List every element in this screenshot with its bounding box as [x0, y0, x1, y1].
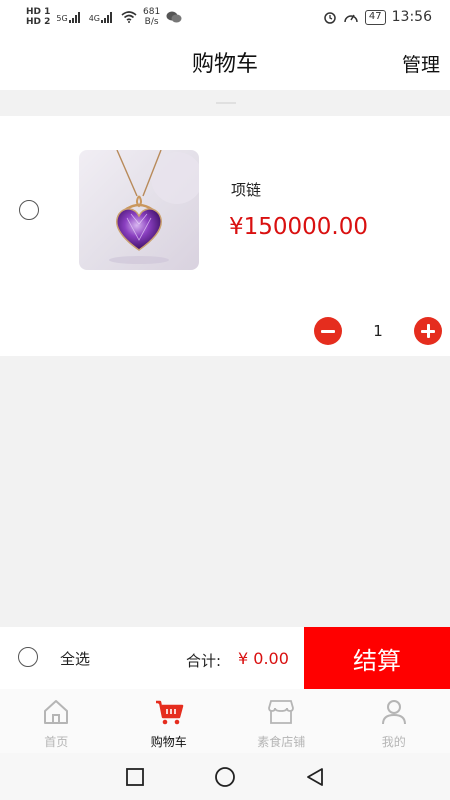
tab-store-label: 素食店铺 — [257, 735, 306, 749]
necklace-illustration — [109, 150, 199, 264]
tab-cart-label: 购物车 — [150, 735, 187, 749]
store-icon — [268, 700, 295, 724]
status-left: HD 1 HD 2 5G 4G 681 B/s — [26, 7, 182, 27]
total-label: 合计: — [186, 652, 222, 670]
signal-bars-icon — [68, 12, 80, 23]
page-header: 购物车 管理 — [0, 34, 450, 90]
cart-item: 项链 ¥150000.00 1 — [0, 116, 450, 356]
total-value: ¥ 0.00 — [238, 649, 289, 668]
status-right: 47 13:56 — [323, 9, 432, 25]
status-bar: HD 1 HD 2 5G 4G 681 B/s 47 13:56 — [0, 0, 450, 34]
speedometer-icon — [344, 14, 358, 23]
net-speed: 681 B/s — [143, 7, 160, 27]
plus-icon — [421, 324, 435, 338]
home-icon — [44, 700, 69, 724]
battery-icon: 47 — [364, 9, 386, 25]
tab-home-label: 首页 — [44, 735, 69, 749]
recent-apps-button[interactable] — [123, 765, 147, 789]
wechat-icon — [166, 11, 182, 23]
home-button[interactable] — [213, 765, 237, 789]
signal-5g-label: 5G — [56, 14, 68, 23]
quantity-stepper: 1 — [314, 316, 442, 348]
square-icon — [126, 767, 144, 786]
sim2-label: HD 2 — [26, 17, 51, 27]
tab-profile-label: 我的 — [381, 735, 406, 749]
checkout-bar: 全选 合计: ¥ 0.00 结算 — [0, 627, 450, 689]
bottom-tab-bar: 首页 购物车 素食店铺 我的 — [0, 689, 450, 753]
sim1-label: HD 1 — [26, 7, 51, 17]
back-button[interactable] — [303, 765, 327, 789]
product-name[interactable]: 项链 — [231, 179, 261, 200]
checkout-button[interactable]: 结算 — [304, 627, 450, 689]
product-price: ¥150000.00 — [229, 214, 369, 240]
item-select-radio[interactable] — [19, 200, 39, 220]
select-all-label[interactable]: 全选 — [60, 648, 90, 669]
net-speed-value: 681 — [143, 7, 161, 17]
tab-home[interactable]: 首页 — [0, 689, 113, 753]
cart-icon — [155, 700, 183, 725]
wifi-icon — [121, 11, 137, 23]
signal-bars-icon — [101, 12, 112, 23]
increase-quantity-button[interactable] — [414, 317, 442, 345]
decrease-quantity-button[interactable] — [314, 317, 342, 345]
alarm-icon — [324, 12, 336, 24]
profile-icon — [381, 700, 406, 725]
section-divider — [0, 90, 450, 116]
circle-icon — [215, 766, 235, 787]
divider-handle — [216, 102, 236, 104]
page-title: 购物车 — [191, 52, 258, 77]
signal-4g-icon: 4G — [89, 11, 115, 23]
signal-4g-label: 4G — [88, 14, 100, 23]
signal-5g-icon: 5G — [56, 11, 82, 23]
select-all-radio[interactable] — [18, 647, 38, 667]
manage-button[interactable]: 管理 — [402, 50, 440, 77]
triangle-back-icon — [307, 767, 323, 786]
battery-level: 47 — [368, 10, 382, 22]
tab-store[interactable]: 素食店铺 — [225, 689, 338, 753]
clock: 13:56 — [391, 9, 432, 25]
sim-indicators: HD 1 HD 2 — [26, 7, 50, 27]
quantity-value: 1 — [373, 322, 383, 340]
system-nav-bar — [0, 753, 450, 800]
net-speed-unit: B/s — [144, 17, 159, 27]
tab-cart[interactable]: 购物车 — [113, 689, 226, 753]
tab-profile[interactable]: 我的 — [338, 689, 450, 753]
necklace-product-image[interactable] — [79, 150, 199, 270]
minus-icon — [321, 329, 335, 333]
plus-icon-vertical — [426, 324, 430, 338]
